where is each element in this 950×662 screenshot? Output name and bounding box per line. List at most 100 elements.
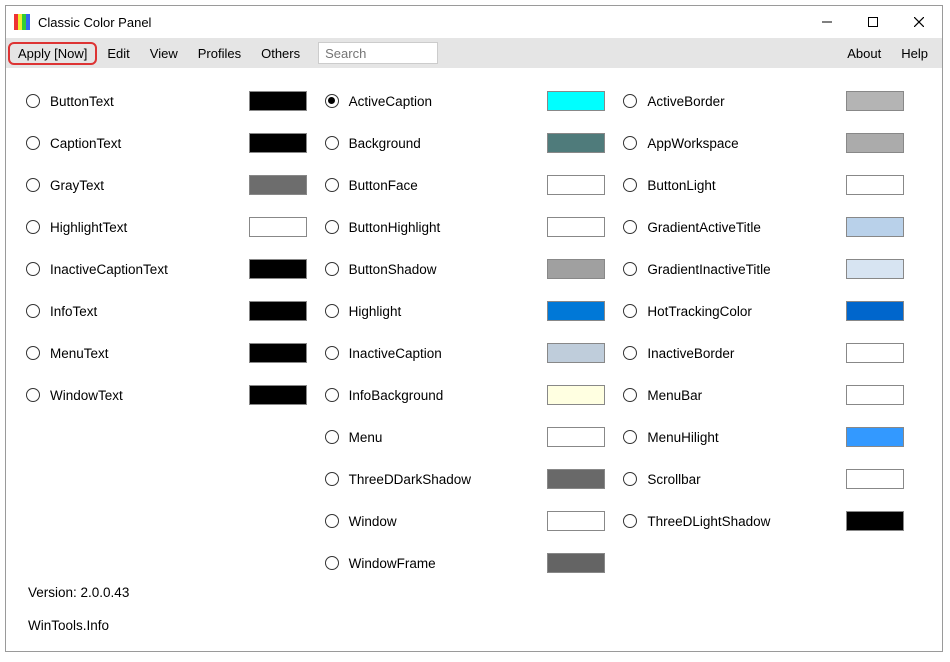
swatch-infobackground[interactable] bbox=[547, 385, 605, 405]
radio-threedlightshadow[interactable] bbox=[623, 514, 637, 528]
radio-gradientinactivetitle[interactable] bbox=[623, 262, 637, 276]
radio-activecaption[interactable] bbox=[325, 94, 339, 108]
radio-buttonshadow[interactable] bbox=[325, 262, 339, 276]
swatch-infotext[interactable] bbox=[249, 301, 307, 321]
radio-hottrackingcolor[interactable] bbox=[623, 304, 637, 318]
menu-help[interactable]: Help bbox=[891, 42, 938, 65]
menu-about[interactable]: About bbox=[837, 42, 891, 65]
radio-infobackground[interactable] bbox=[325, 388, 339, 402]
swatch-menubar[interactable] bbox=[846, 385, 904, 405]
color-row: MenuBar bbox=[623, 374, 922, 416]
minimize-button[interactable] bbox=[804, 6, 850, 38]
color-label: HotTrackingColor bbox=[647, 304, 846, 319]
site-link[interactable]: WinTools.Info bbox=[28, 618, 325, 633]
radio-inactivecaptiontext[interactable] bbox=[26, 262, 40, 276]
color-label: ThreeDDarkShadow bbox=[349, 472, 548, 487]
radio-buttonlight[interactable] bbox=[623, 178, 637, 192]
footer: Version: 2.0.0.43 WinTools.Info bbox=[26, 525, 325, 633]
swatch-gradientinactivetitle[interactable] bbox=[846, 259, 904, 279]
color-label: ButtonText bbox=[50, 94, 249, 109]
swatch-background[interactable] bbox=[547, 133, 605, 153]
radio-highlight[interactable] bbox=[325, 304, 339, 318]
radio-menubar[interactable] bbox=[623, 388, 637, 402]
swatch-inactivecaption[interactable] bbox=[547, 343, 605, 363]
radio-appworkspace[interactable] bbox=[623, 136, 637, 150]
menu-others[interactable]: Others bbox=[251, 42, 310, 65]
swatch-inactiveborder[interactable] bbox=[846, 343, 904, 363]
menu-apply-now[interactable]: Apply [Now] bbox=[8, 42, 97, 65]
radio-menu[interactable] bbox=[325, 430, 339, 444]
swatch-window[interactable] bbox=[547, 511, 605, 531]
swatch-appworkspace[interactable] bbox=[846, 133, 904, 153]
radio-buttontext[interactable] bbox=[26, 94, 40, 108]
swatch-activeborder[interactable] bbox=[846, 91, 904, 111]
radio-window[interactable] bbox=[325, 514, 339, 528]
menu-view[interactable]: View bbox=[140, 42, 188, 65]
column-1: ButtonTextCaptionTextGrayTextHighlightTe… bbox=[26, 80, 325, 633]
radio-windowframe[interactable] bbox=[325, 556, 339, 570]
color-label: InactiveCaptionText bbox=[50, 262, 249, 277]
swatch-buttontext[interactable] bbox=[249, 91, 307, 111]
swatch-buttonhighlight[interactable] bbox=[547, 217, 605, 237]
swatch-inactivecaptiontext[interactable] bbox=[249, 259, 307, 279]
maximize-button[interactable] bbox=[850, 6, 896, 38]
radio-captiontext[interactable] bbox=[26, 136, 40, 150]
menu-profiles[interactable]: Profiles bbox=[188, 42, 251, 65]
radio-background[interactable] bbox=[325, 136, 339, 150]
swatch-windowframe[interactable] bbox=[547, 553, 605, 573]
swatch-captiontext[interactable] bbox=[249, 133, 307, 153]
color-row: ThreeDDarkShadow bbox=[325, 458, 624, 500]
color-row: ButtonHighlight bbox=[325, 206, 624, 248]
color-row: InactiveCaptionText bbox=[26, 248, 325, 290]
swatch-buttonface[interactable] bbox=[547, 175, 605, 195]
color-row: ActiveCaption bbox=[325, 80, 624, 122]
color-label: InactiveCaption bbox=[349, 346, 548, 361]
radio-windowtext[interactable] bbox=[26, 388, 40, 402]
swatch-highlighttext[interactable] bbox=[249, 217, 307, 237]
swatch-threeddarkshadow[interactable] bbox=[547, 469, 605, 489]
color-label: GradientInactiveTitle bbox=[647, 262, 846, 277]
radio-menuhilight[interactable] bbox=[623, 430, 637, 444]
color-label: MenuHilight bbox=[647, 430, 846, 445]
color-label: ActiveBorder bbox=[647, 94, 846, 109]
color-row: HotTrackingColor bbox=[623, 290, 922, 332]
swatch-menuhilight[interactable] bbox=[846, 427, 904, 447]
swatch-hottrackingcolor[interactable] bbox=[846, 301, 904, 321]
radio-buttonhighlight[interactable] bbox=[325, 220, 339, 234]
color-row: InactiveCaption bbox=[325, 332, 624, 374]
swatch-windowtext[interactable] bbox=[249, 385, 307, 405]
radio-activeborder[interactable] bbox=[623, 94, 637, 108]
window-controls bbox=[804, 6, 942, 38]
swatch-activecaption[interactable] bbox=[547, 91, 605, 111]
close-button[interactable] bbox=[896, 6, 942, 38]
radio-menutext[interactable] bbox=[26, 346, 40, 360]
swatch-buttonshadow[interactable] bbox=[547, 259, 605, 279]
color-label: ButtonLight bbox=[647, 178, 846, 193]
radio-gradientactivetitle[interactable] bbox=[623, 220, 637, 234]
search-input[interactable] bbox=[318, 42, 438, 64]
radio-scrollbar[interactable] bbox=[623, 472, 637, 486]
radio-inactivecaption[interactable] bbox=[325, 346, 339, 360]
color-row: WindowFrame bbox=[325, 542, 624, 584]
content-area: ButtonTextCaptionTextGrayTextHighlightTe… bbox=[6, 68, 942, 651]
color-row: ButtonFace bbox=[325, 164, 624, 206]
swatch-gradientactivetitle[interactable] bbox=[846, 217, 904, 237]
swatch-buttonlight[interactable] bbox=[846, 175, 904, 195]
swatch-scrollbar[interactable] bbox=[846, 469, 904, 489]
swatch-menutext[interactable] bbox=[249, 343, 307, 363]
radio-inactiveborder[interactable] bbox=[623, 346, 637, 360]
color-label: WindowFrame bbox=[349, 556, 548, 571]
radio-buttonface[interactable] bbox=[325, 178, 339, 192]
radio-highlighttext[interactable] bbox=[26, 220, 40, 234]
swatch-graytext[interactable] bbox=[249, 175, 307, 195]
color-row: Background bbox=[325, 122, 624, 164]
color-row: InactiveBorder bbox=[623, 332, 922, 374]
radio-threeddarkshadow[interactable] bbox=[325, 472, 339, 486]
swatch-highlight[interactable] bbox=[547, 301, 605, 321]
radio-infotext[interactable] bbox=[26, 304, 40, 318]
menu-edit[interactable]: Edit bbox=[97, 42, 139, 65]
swatch-threedlightshadow[interactable] bbox=[846, 511, 904, 531]
color-row: Scrollbar bbox=[623, 458, 922, 500]
radio-graytext[interactable] bbox=[26, 178, 40, 192]
swatch-menu[interactable] bbox=[547, 427, 605, 447]
